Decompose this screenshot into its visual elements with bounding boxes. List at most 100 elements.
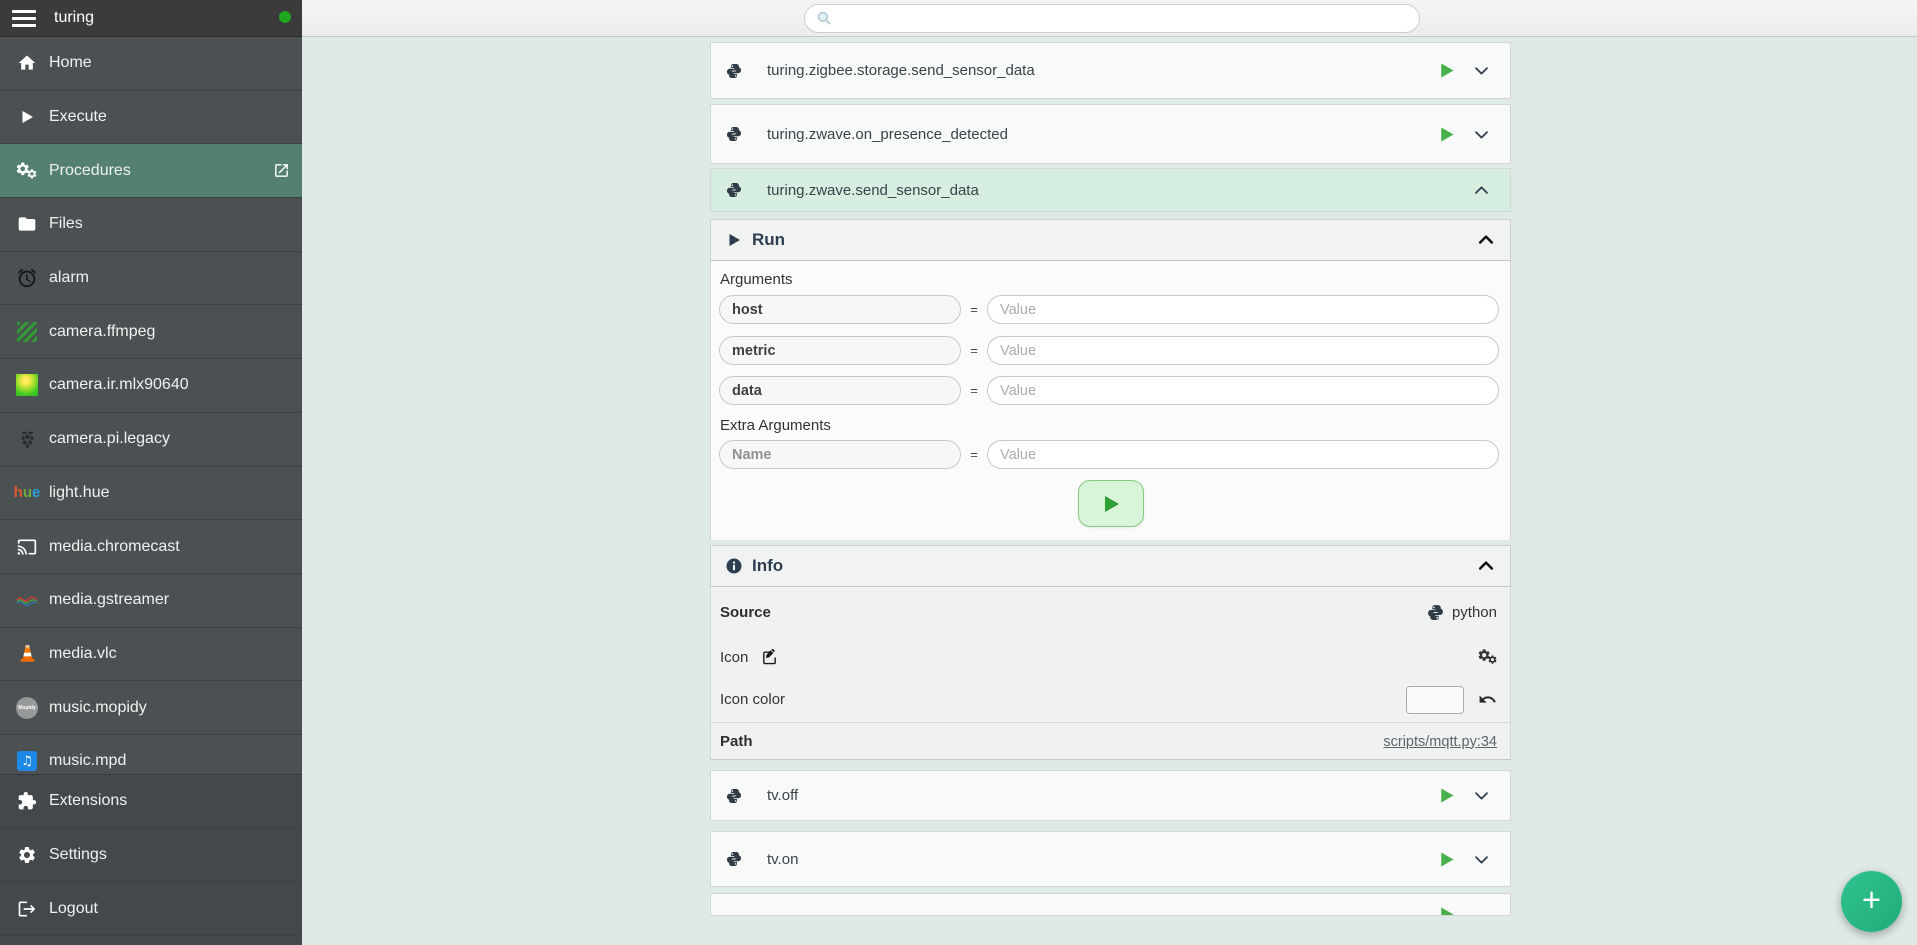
source-label: Source <box>720 604 771 621</box>
sidebar-item-label: music.mopidy <box>49 699 147 717</box>
sidebar-item-label: Execute <box>49 108 107 126</box>
sidebar-item-label: Files <box>49 215 83 233</box>
run-procedure-button[interactable] <box>1436 124 1457 145</box>
sidebar-header: turing <box>0 0 302 37</box>
chevron-up-icon[interactable] <box>1472 181 1491 200</box>
python-icon <box>726 126 742 142</box>
top-bar <box>302 0 1917 37</box>
add-procedure-fab[interactable]: + <box>1841 871 1902 932</box>
sidebar-item-label: media.gstreamer <box>49 591 169 609</box>
mopidy-icon: Mopidy <box>14 696 40 720</box>
procedure-row[interactable]: turing.zwave.on_presence_detected <box>710 104 1511 164</box>
argument-name-host[interactable] <box>719 295 961 324</box>
argument-name-data[interactable] <box>719 376 961 405</box>
info-row-path: Path scripts/mqtt.py:34 <box>711 722 1510 760</box>
chevron-down-icon[interactable] <box>1472 850 1491 869</box>
equals-sign: = <box>961 302 987 317</box>
info-row-icon-color: Icon color <box>711 677 1510 722</box>
run-procedure-button[interactable] <box>1436 849 1457 870</box>
extra-argument-name-input[interactable] <box>719 440 961 469</box>
chevron-up-icon[interactable] <box>1476 230 1496 250</box>
chevron-up-icon[interactable] <box>1476 556 1496 576</box>
extra-argument-row: = <box>719 440 1499 469</box>
play-icon <box>1099 492 1123 516</box>
sidebar-item-camera-pi-legacy[interactable]: camera.pi.legacy <box>0 413 302 467</box>
sidebar-item-label: Procedures <box>49 162 131 180</box>
sidebar-item-light-hue[interactable]: hue light.hue <box>0 467 302 521</box>
sidebar-item-home[interactable]: Home <box>0 37 302 91</box>
sidebar-item-music-mopidy[interactable]: Mopidy music.mopidy <box>0 681 302 735</box>
chevron-down-icon[interactable] <box>1472 125 1491 144</box>
alarm-clock-icon <box>14 266 40 290</box>
icon-color-label: Icon color <box>720 691 785 708</box>
equals-sign: = <box>961 343 987 358</box>
path-label: Path <box>720 733 753 750</box>
execute-procedure-button[interactable] <box>1078 480 1144 527</box>
sidebar-item-logout[interactable]: Logout <box>0 882 302 936</box>
home-icon <box>14 51 40 75</box>
run-procedure-button[interactable] <box>1436 904 1457 916</box>
sidebar-bottom-section: Extensions Settings Logout <box>0 774 302 945</box>
source-path-link[interactable]: scripts/mqtt.py:34 <box>1383 734 1497 750</box>
info-section-title: Info <box>752 556 783 576</box>
reset-color-icon[interactable] <box>1478 690 1497 709</box>
sidebar-item-label: light.hue <box>49 484 110 502</box>
sidebar-item-label: Extensions <box>49 792 127 810</box>
chevron-down-icon[interactable] <box>1472 786 1491 805</box>
sidebar-item-camera-ffmpeg[interactable]: camera.ffmpeg <box>0 305 302 359</box>
extra-arguments-label: Extra Arguments <box>720 417 831 434</box>
search-input[interactable] <box>841 11 1409 27</box>
argument-name-metric[interactable] <box>719 336 961 365</box>
argument-row: = <box>719 376 1499 405</box>
procedure-name: turing.zwave.on_presence_detected <box>767 126 1008 143</box>
argument-value-metric[interactable] <box>987 336 1499 365</box>
gear-icon <box>14 843 40 867</box>
argument-value-data[interactable] <box>987 376 1499 405</box>
run-section-header[interactable]: Run <box>710 219 1511 261</box>
procedure-name: turing.zwave.send_sensor_data <box>767 182 979 199</box>
sidebar-item-media-vlc[interactable]: media.vlc <box>0 628 302 682</box>
sidebar-item-extensions[interactable]: Extensions <box>0 775 302 829</box>
external-link-icon[interactable] <box>273 162 290 179</box>
extra-argument-value-input[interactable] <box>987 440 1499 469</box>
sidebar-item-label: Settings <box>49 846 107 864</box>
procedure-name: tv.on <box>767 851 798 868</box>
sidebar-item-alarm[interactable]: alarm <box>0 252 302 306</box>
sidebar-item-execute[interactable]: Execute <box>0 91 302 145</box>
sidebar-item-files[interactable]: Files <box>0 198 302 252</box>
sidebar-nav: Home Execute Procedures Files alarm came… <box>0 37 302 945</box>
sidebar-item-media-chromecast[interactable]: media.chromecast <box>0 520 302 574</box>
procedure-row[interactable]: tv.off <box>710 770 1511 821</box>
python-icon <box>726 851 742 867</box>
sidebar-item-settings[interactable]: Settings <box>0 829 302 883</box>
procedure-row[interactable]: tv.on <box>710 831 1511 887</box>
run-procedure-button[interactable] <box>1436 60 1457 81</box>
sidebar-item-procedures[interactable]: Procedures <box>0 144 302 198</box>
hamburger-menu-icon[interactable] <box>12 10 36 27</box>
icon-color-picker[interactable] <box>1406 686 1464 714</box>
search-bar[interactable] <box>804 4 1420 33</box>
info-section-header[interactable]: Info <box>710 545 1511 587</box>
procedure-row-selected[interactable]: turing.zwave.send_sensor_data <box>710 168 1511 212</box>
sidebar-item-media-gstreamer[interactable]: media.gstreamer <box>0 574 302 628</box>
procedure-name: turing.zigbee.storage.send_sensor_data <box>767 62 1035 79</box>
info-circle-icon <box>725 557 743 575</box>
equals-sign: = <box>961 383 987 398</box>
app-title: turing <box>54 9 94 27</box>
run-procedure-button[interactable] <box>1436 785 1457 806</box>
chevron-down-icon[interactable] <box>1472 61 1491 80</box>
sidebar-item-label: Home <box>49 54 92 72</box>
arguments-label: Arguments <box>720 271 793 288</box>
python-icon <box>1427 604 1444 621</box>
run-section-body: Arguments = = = Extra Arguments = <box>710 261 1511 540</box>
main-area: turing.zigbee.storage.send_sensor_data t… <box>302 37 1917 945</box>
procedure-row[interactable]: turing.zigbee.storage.send_sensor_data <box>710 42 1511 99</box>
argument-value-host[interactable] <box>987 295 1499 324</box>
edit-icon[interactable] <box>761 649 778 666</box>
procedure-row-partial[interactable] <box>710 893 1511 916</box>
thermal-image-icon <box>14 373 40 397</box>
sidebar-item-camera-ir-mlx90640[interactable]: camera.ir.mlx90640 <box>0 359 302 413</box>
argument-row: = <box>719 336 1499 365</box>
argument-row: = <box>719 295 1499 324</box>
info-row-source: Source python <box>711 587 1510 637</box>
